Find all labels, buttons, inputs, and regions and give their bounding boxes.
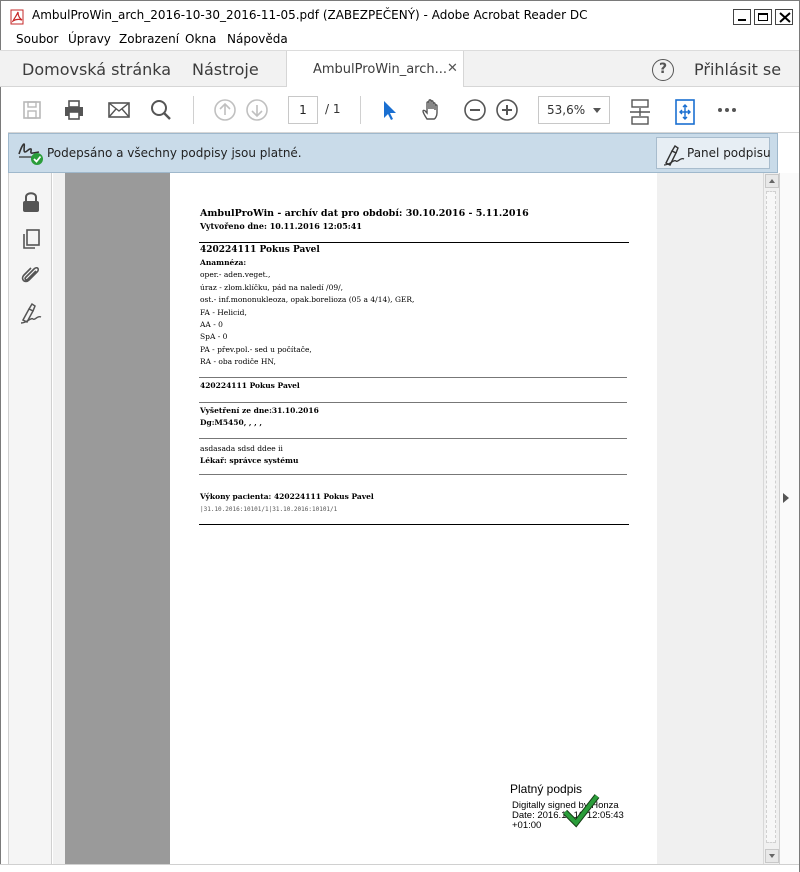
toolbar-separator [193, 96, 194, 124]
scroll-thumb[interactable] [766, 191, 776, 843]
signature-timezone: +01:00 [512, 820, 542, 831]
menu-napoveda[interactable]: Nápověda [227, 32, 288, 46]
toolbar-separator [360, 96, 361, 124]
save-icon[interactable] [20, 98, 44, 122]
anamnesis-line: FA - Helicid, [200, 308, 247, 317]
left-navigation-pane [8, 173, 52, 864]
page-total: / 1 [325, 102, 341, 116]
attachment-icon[interactable] [19, 263, 43, 287]
signature-pen-icon[interactable] [19, 301, 43, 325]
scroll-mode-icon[interactable] [628, 98, 652, 125]
anamnesis-line: ost.- inf.mononukleoza, opak.borelioza (… [200, 295, 415, 304]
close-window-button[interactable] [775, 9, 793, 25]
divider [199, 474, 627, 475]
tab-document-label: AmbulProWin_arch... [313, 62, 448, 77]
scroll-up-button[interactable] [765, 174, 779, 188]
next-page-icon[interactable] [245, 98, 269, 122]
tab-home[interactable]: Domovská stránka [22, 60, 171, 79]
zoom-in-icon[interactable] [495, 98, 519, 122]
menu-bar: Soubor Úpravy Zobrazení Okna Nápověda [0, 30, 800, 50]
anamnesis-line: PA - přev.pol.- sed u počítače, [200, 345, 312, 354]
menu-upravy[interactable]: Úpravy [68, 32, 111, 46]
menu-okna[interactable]: Okna [185, 32, 216, 46]
anamnesis-line: RA - oba rodiče HN, [200, 357, 276, 366]
tab-bar: Domovská stránka Nástroje AmbulProWin_ar… [0, 50, 800, 88]
expand-right-pane-icon[interactable] [783, 493, 789, 503]
signature-panel-label: Panel podpisu [687, 146, 771, 160]
previous-page-icon[interactable] [213, 98, 237, 122]
diagnosis: Dg:M5450, , , , [200, 418, 262, 427]
fit-page-icon[interactable] [673, 98, 697, 125]
acrobat-pdf-icon [9, 9, 25, 25]
signature-status-bar: Podepsáno a všechny podpisy jsou platné.… [8, 133, 778, 173]
search-icon[interactable] [149, 98, 173, 122]
zoom-select[interactable]: 53,6% [538, 96, 610, 124]
anamnesis-line: úraz - zlom.klíčku, pád na naledí /09/, [200, 283, 344, 292]
divider [199, 377, 627, 378]
menu-zobrazeni[interactable]: Zobrazení [119, 32, 179, 46]
divider [199, 524, 629, 525]
pages-thumbnail-icon[interactable] [19, 227, 43, 251]
anamnesis-label: Anamnéza: [200, 258, 247, 267]
doc-created: Vytvořeno dne: 10.11.2016 12:05:41 [200, 221, 362, 231]
exam-date: Vyšetření ze dne:31.10.2016 [200, 406, 319, 415]
window-frame-bottom [0, 864, 800, 872]
signature-valid-icon [17, 140, 45, 169]
close-tab-icon[interactable]: ✕ [447, 61, 458, 76]
pen-sign-icon [663, 145, 685, 166]
sign-in-link[interactable]: Přihlásit se [694, 60, 781, 79]
divider [199, 402, 627, 403]
signature-panel-button[interactable]: Panel podpisu [656, 137, 771, 169]
anamnesis-line: SpA - 0 [200, 332, 228, 341]
doctor: Lékař: správce systému [200, 456, 299, 465]
maximize-button[interactable] [754, 9, 772, 25]
note: asdasada sdsd ddee ii [200, 444, 283, 453]
tab-tools[interactable]: Nástroje [192, 60, 259, 79]
services: Výkony pacienta: 420224111 Pokus Pavel [200, 492, 374, 501]
hand-tool-icon[interactable] [420, 98, 444, 122]
more-tools-icon[interactable] [715, 98, 739, 122]
right-pane-strip [779, 173, 800, 872]
signature-status-message: Podepsáno a všechny podpisy jsou platné. [47, 146, 302, 160]
services-code: |31.10.2016:10101/1|31.10.2016:10101/1 [200, 506, 338, 513]
select-cursor-icon[interactable] [378, 98, 402, 122]
scroll-down-button[interactable] [765, 849, 779, 863]
patient-header: 420224111 Pokus Pavel [200, 245, 320, 255]
valid-checkmark-icon [562, 790, 600, 831]
window-frame-left [0, 87, 8, 872]
menu-soubor[interactable]: Soubor [16, 32, 58, 46]
zoom-out-icon[interactable] [463, 98, 487, 122]
chevron-down-icon [593, 108, 601, 113]
tab-document[interactable]: AmbulProWin_arch... ✕ [286, 51, 464, 88]
patient-header-2: 420224111 Pokus Pavel [200, 381, 300, 390]
email-icon[interactable] [107, 98, 131, 122]
divider [199, 242, 629, 243]
anamnesis-line: AA - 0 [200, 320, 223, 329]
anamnesis-line: oper.- aden.veget., [200, 270, 271, 279]
vertical-scrollbar[interactable] [763, 173, 779, 864]
title-bar: AmbulProWin_arch_2016-10-30_2016-11-05.p… [0, 0, 800, 30]
window-title: AmbulProWin_arch_2016-10-30_2016-11-05.p… [32, 8, 588, 22]
print-icon[interactable] [62, 98, 86, 122]
toolbar: 1 / 1 53,6% [0, 87, 800, 133]
doc-title: AmbulProWin - archív dat pro období: 30.… [200, 208, 529, 219]
zoom-value: 53,6% [547, 103, 586, 117]
minimize-button[interactable] [733, 9, 751, 25]
page-number-input[interactable]: 1 [288, 96, 318, 124]
lock-icon[interactable] [19, 190, 43, 214]
help-icon[interactable]: ? [652, 59, 674, 81]
divider [199, 438, 627, 439]
